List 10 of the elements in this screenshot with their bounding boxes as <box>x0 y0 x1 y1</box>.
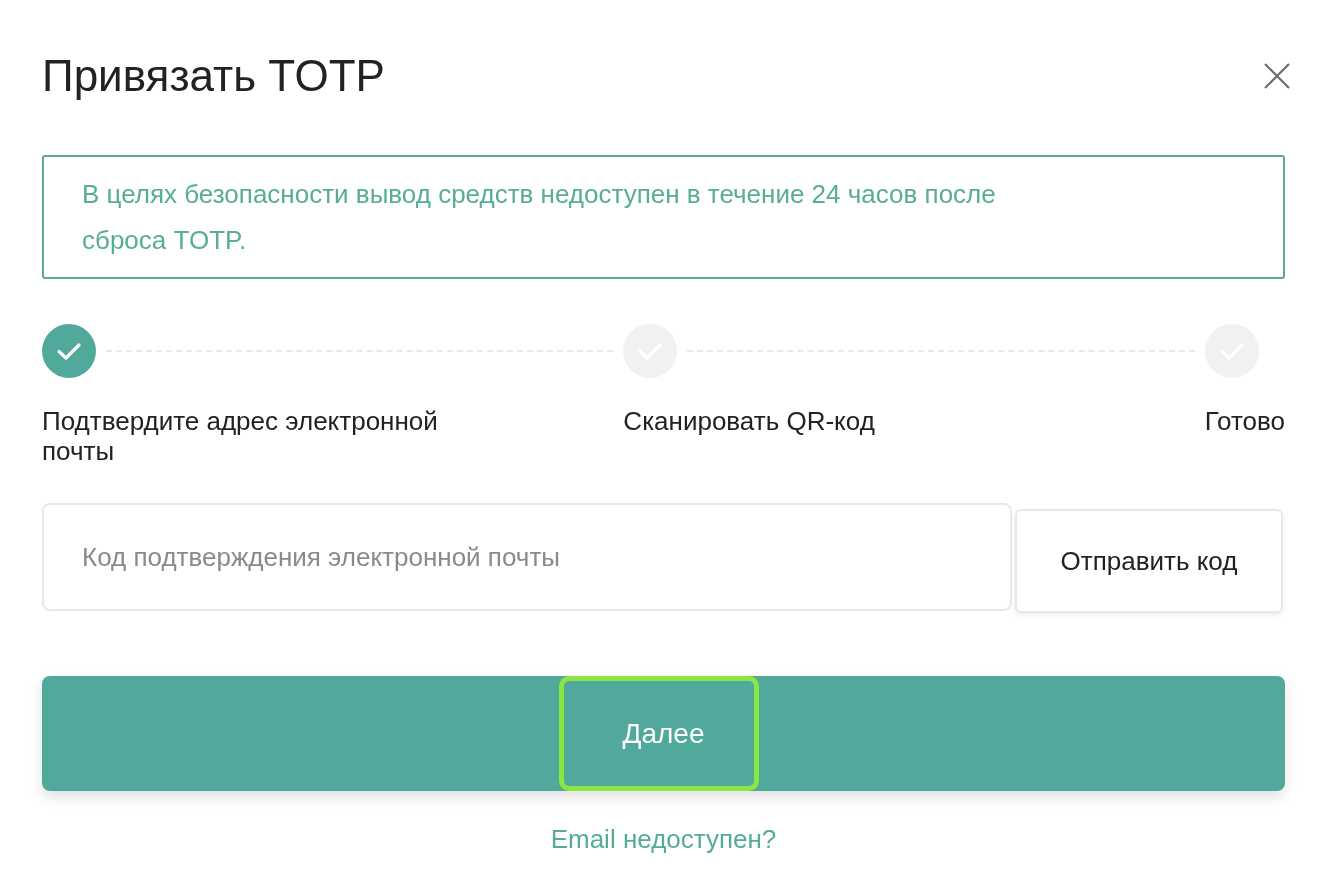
dialog-title: Привязать TOTP <box>42 50 385 102</box>
step-label: Подтвердите адрес электронной почты <box>42 406 439 466</box>
alert-text: В целях безопасности вывод средств недоступен в течение 24 часов после сброса TOTP. <box>82 178 997 257</box>
step-label: Сканировать QR-код <box>623 406 876 436</box>
close-icon[interactable] <box>1263 62 1291 90</box>
step-label: Готово <box>1204 406 1285 436</box>
send-code-button[interactable]: Отправить код <box>1015 509 1283 613</box>
email-code-field[interactable]: Код подтверждения электронной почты <box>42 503 1012 611</box>
email-unavailable-link[interactable]: Email недоступен? <box>550 824 777 854</box>
next-button[interactable]: Далее <box>42 676 1285 791</box>
